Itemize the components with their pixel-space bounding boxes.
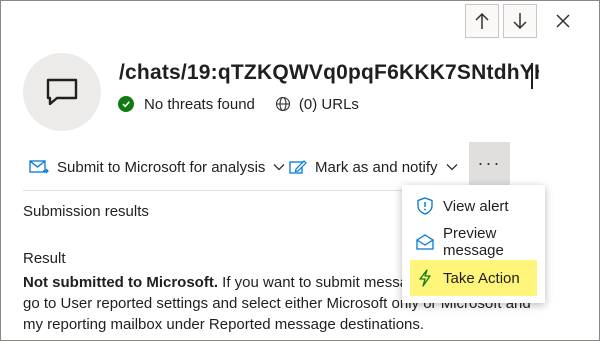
text-cursor xyxy=(531,63,533,89)
menu-item-label: View alert xyxy=(443,197,509,215)
chat-message-icon xyxy=(46,78,78,106)
menu-item-label: Take Action xyxy=(443,269,520,287)
shield-icon xyxy=(416,197,434,215)
page-title: /chats/19:qTZKQWVq0pqF6KKK7SNtdhYH: xyxy=(119,61,539,84)
threat-status: No threats found xyxy=(144,95,255,113)
more-actions-menu: View alert Preview message Take Action xyxy=(402,185,545,303)
previous-button[interactable] xyxy=(465,4,499,38)
submit-label: Submit to Microsoft for analysis xyxy=(57,158,266,176)
check-circle-icon xyxy=(118,96,134,112)
envelope-open-icon xyxy=(416,234,434,250)
more-actions-button[interactable]: ··· xyxy=(469,142,510,185)
menu-item-label: Preview message xyxy=(443,225,504,259)
next-button[interactable] xyxy=(503,4,537,38)
result-line-1: If you want to submit messag xyxy=(218,274,417,291)
arrow-up-icon xyxy=(475,12,489,29)
mark-label: Mark as and notify xyxy=(315,158,438,176)
divider xyxy=(23,190,403,191)
chevron-down-icon xyxy=(446,163,458,171)
mark-as-and-notify-button[interactable]: Mark as and notify xyxy=(289,147,464,187)
globe-icon xyxy=(275,96,291,112)
chevron-down-icon xyxy=(273,163,285,171)
more-icon: ··· xyxy=(477,153,502,173)
alert-panel: /chats/19:qTZKQWVq0pqF6KKK7SNtdhYH: No t… xyxy=(0,0,600,341)
menu-item-preview-message[interactable]: Preview message xyxy=(402,224,545,260)
urls-count: (0) URLs xyxy=(298,95,359,113)
result-label: Result xyxy=(23,250,66,267)
menu-item-view-alert[interactable]: View alert xyxy=(402,188,545,224)
result-bold: Not submitted to Microsoft. xyxy=(23,274,218,291)
submission-results-heading: Submission results xyxy=(23,203,149,220)
close-button[interactable] xyxy=(546,4,580,38)
avatar xyxy=(23,53,101,131)
edit-icon xyxy=(289,159,307,175)
menu-item-take-action[interactable]: Take Action xyxy=(410,260,537,296)
submit-to-microsoft-button[interactable]: Submit to Microsoft for analysis xyxy=(29,147,289,187)
arrow-down-icon xyxy=(513,13,527,30)
lightning-icon xyxy=(416,269,434,287)
result-line-3: my reporting mailbox under Reported mess… xyxy=(23,316,425,333)
envelope-send-icon xyxy=(29,159,49,175)
close-icon xyxy=(556,14,570,28)
threat-status-row: No threats found (0) URLs xyxy=(118,93,359,115)
